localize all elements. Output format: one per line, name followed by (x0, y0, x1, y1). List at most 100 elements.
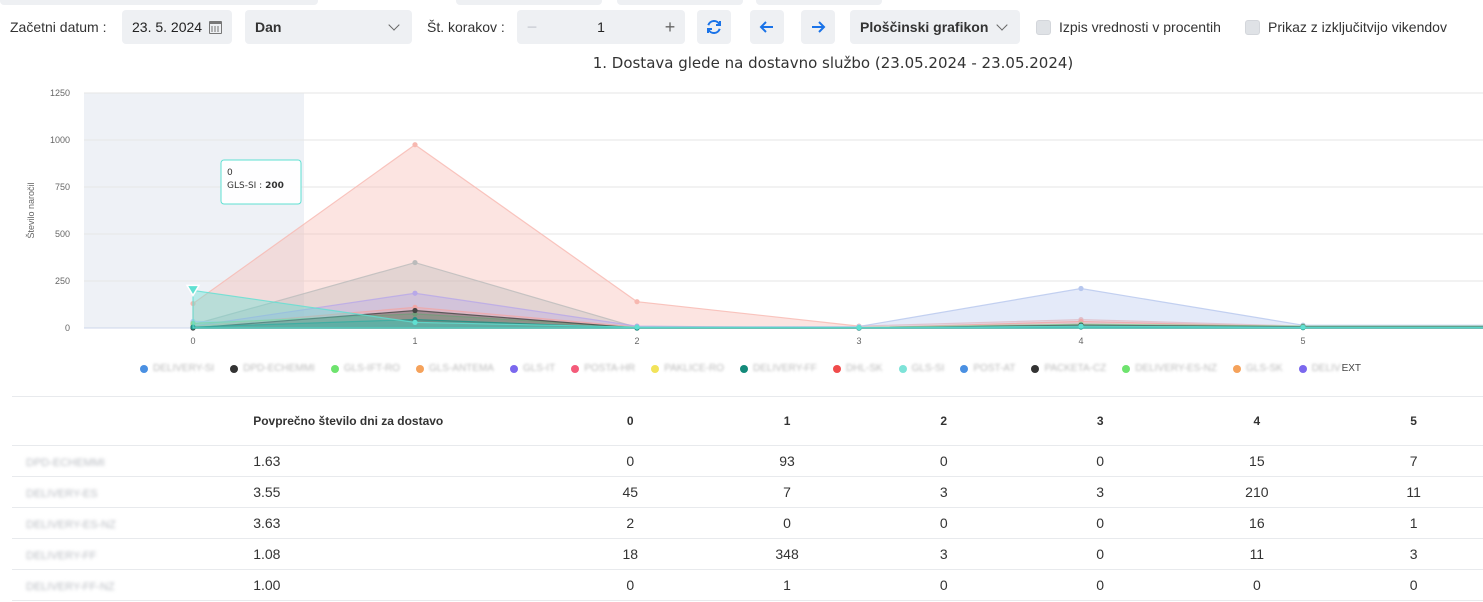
chart-type-select[interactable]: Ploščinski grafikon (850, 10, 1020, 44)
x-tick-label: 5 (1300, 336, 1305, 346)
avg-days-cell: 1.08 (239, 538, 552, 570)
legend-item[interactable]: GLS-IFT-RO (330, 363, 400, 374)
legend-item[interactable]: DPD-ECHEMMI (230, 363, 315, 374)
legend-item[interactable]: GLS-IT (509, 363, 555, 374)
column-header[interactable]: 1 (708, 396, 866, 446)
column-header[interactable]: 3 (1021, 396, 1179, 446)
legend-dot (1031, 364, 1040, 373)
legend-label: POSTA-HR (584, 363, 636, 374)
count-cell: 18 (551, 538, 709, 570)
legend-item[interactable]: DELIVERY-SI (140, 363, 214, 374)
legend-dot (1233, 364, 1241, 373)
table-row[interactable]: DELIVERY-FF-NZ 1.00 0 1 0 0 0 0 (12, 569, 1483, 601)
legend-label: DELIV (1311, 363, 1341, 374)
column-header[interactable] (12, 396, 240, 446)
count-cell: 1 (1335, 507, 1483, 539)
previous-period-button[interactable] (750, 10, 784, 44)
steps-value[interactable]: 1 (547, 19, 655, 35)
y-axis-title: Število naročil (26, 182, 36, 238)
count-cell: 1 (708, 569, 866, 601)
count-cell: 0 (1021, 538, 1179, 570)
column-header[interactable]: 2 (865, 396, 1022, 446)
series-point-8 (1300, 324, 1306, 330)
legend-dot (571, 364, 580, 373)
decrement-button[interactable]: − (517, 17, 547, 38)
y-tick-label: 1000 (50, 135, 70, 145)
column-header[interactable]: 5 (1335, 396, 1483, 446)
table-row[interactable]: DPD-ECHEMMI 1.63 0 93 0 0 15 7 (12, 445, 1483, 477)
legend-item[interactable]: POSTA-HR (571, 363, 635, 374)
percent-checkbox-label: Izpis vrednosti v procentih (1059, 19, 1221, 35)
legend-item[interactable]: DELIVERY-FF (739, 363, 817, 374)
y-tick-label: 750 (55, 182, 70, 192)
start-date-field[interactable]: 23. 5. 2024 (122, 10, 232, 44)
tooltip-x: 0 (227, 168, 233, 178)
count-cell: 93 (708, 445, 866, 477)
count-cell: 7 (708, 476, 866, 508)
period-select[interactable]: Dan (245, 10, 412, 44)
legend-item[interactable]: DELIV EXT (1298, 363, 1362, 374)
series-point-3 (412, 290, 418, 296)
checkbox-box[interactable] (1245, 19, 1260, 35)
legend-item[interactable]: POST-AT (960, 363, 1015, 374)
column-header[interactable]: 0 (551, 396, 709, 446)
legend-dot (1298, 364, 1307, 373)
legend-label: POST-AT (973, 363, 1016, 374)
legend-label: DHL-SK (845, 363, 883, 374)
legend-item[interactable]: DELIVERY-ES-NZ (1122, 363, 1217, 374)
legend-item[interactable]: PACKETA-CZ (1031, 363, 1106, 374)
start-date-label: Začetni datum : (10, 19, 107, 35)
y-tick-label: 500 (55, 229, 70, 239)
carrier-name-cell: DELIVERY-ES (12, 476, 240, 508)
count-cell: 0 (865, 507, 1022, 539)
count-cell: 0 (551, 445, 709, 477)
carrier-name-cell: DELIVERY-ES-NZ (12, 507, 240, 539)
tooltip-series: GLS-SI : 200 (227, 181, 284, 191)
legend-item[interactable]: GLS-SI (898, 363, 944, 374)
x-tick-label: 1 (412, 336, 417, 346)
weekend-checkbox[interactable]: Prikaz z izključitvijo vikendov (1245, 10, 1447, 44)
refresh-button[interactable] (697, 10, 731, 44)
count-cell: 11 (1178, 538, 1336, 570)
count-cell: 16 (1178, 507, 1336, 539)
legend-item[interactable]: GLS-SK (1233, 363, 1283, 374)
legend-item[interactable]: DHL-SK (832, 363, 883, 374)
legend-label: DPD-ECHEMMI (243, 363, 315, 374)
series-point-0 (412, 142, 418, 148)
legend-label: GLS-ANTEMA (428, 363, 494, 374)
previous-row-edge (756, 0, 882, 5)
chevron-down-icon (388, 18, 400, 31)
count-cell: 11 (1335, 476, 1483, 508)
period-select-value: Dan (255, 19, 282, 35)
column-header[interactable]: Povprečno število dni za dostavo (239, 396, 552, 446)
column-header[interactable]: 4 (1178, 396, 1336, 446)
increment-button[interactable]: + (655, 17, 685, 38)
x-tick-label: 2 (634, 336, 639, 346)
checkbox-box[interactable] (1036, 19, 1051, 35)
table-row[interactable]: DELIVERY-ES-NZ 3.63 2 0 0 0 16 1 (12, 507, 1483, 539)
next-period-button[interactable] (801, 10, 835, 44)
legend-item[interactable]: PAKLICE-RO (651, 363, 724, 374)
count-cell: 2 (551, 507, 709, 539)
series-point-0 (634, 299, 640, 305)
legend-dot (1122, 364, 1131, 373)
legend-item[interactable]: GLS-ANTEMA (415, 363, 494, 374)
previous-row-edge (456, 0, 602, 5)
table-row[interactable]: DELIVERY-ES 3.55 45 7 3 3 210 11 (12, 476, 1483, 508)
legend-dot (509, 364, 518, 373)
calendar-icon[interactable] (209, 20, 222, 34)
count-cell: 210 (1178, 476, 1336, 508)
legend-label-visible: EXT (1341, 363, 1362, 374)
steps-stepper[interactable]: − 1 + (517, 10, 685, 44)
refresh-icon (707, 19, 721, 35)
legend-label: PAKLICE-RO (664, 363, 724, 374)
count-cell: 0 (1021, 445, 1179, 477)
table-row[interactable]: DELIVERY-FF 1.08 18 348 3 0 11 3 (12, 538, 1483, 570)
count-cell: 0 (1021, 507, 1179, 539)
legend-dot (330, 364, 339, 373)
count-cell: 0 (865, 569, 1022, 601)
area-chart: 0 250 500 750 1000 1250 Število naročil 0 1 2 3 4 5 0… (26, 88, 1483, 346)
count-cell: 15 (1178, 445, 1336, 477)
count-cell: 3 (1021, 476, 1179, 508)
percent-checkbox[interactable]: Izpis vrednosti v procentih (1036, 10, 1221, 44)
